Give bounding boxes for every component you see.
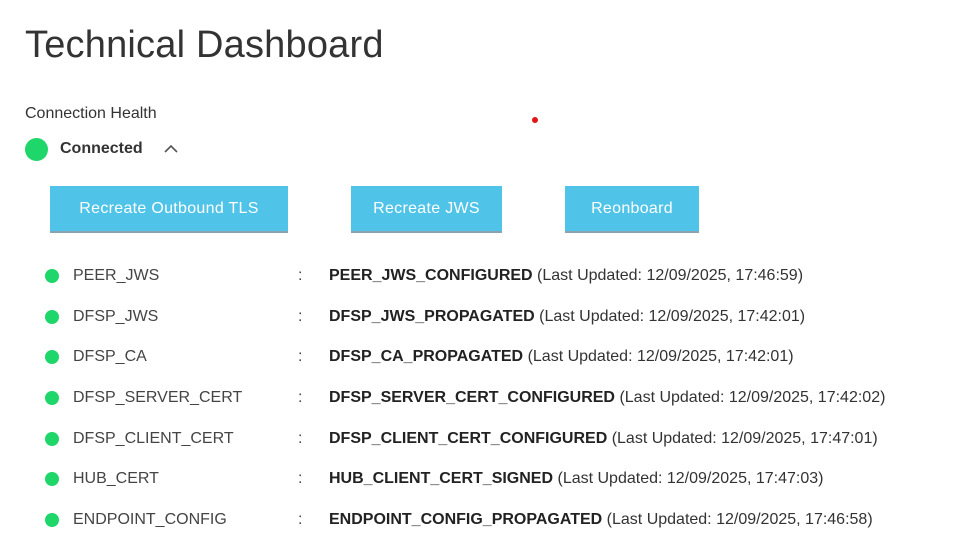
status-dot-icon bbox=[45, 310, 59, 324]
status-dot-icon bbox=[45, 391, 59, 405]
status-row-updated: (Last Updated: 12/09/2025, 17:42:02) bbox=[619, 389, 886, 406]
status-row-peer-jws: PEER_JWS : PEER_JWS_CONFIGURED (Last Upd… bbox=[0, 256, 960, 296]
status-row-value: DFSP_SERVER_CERT_CONFIGURED (Last Update… bbox=[329, 389, 885, 407]
status-row-name: DFSP_SERVER_CERT bbox=[73, 389, 243, 406]
status-row-separator: : bbox=[298, 511, 303, 528]
status-row-separator: : bbox=[298, 470, 303, 487]
status-row-dfsp-ca: DFSP_CA : DFSP_CA_PROPAGATED (Last Updat… bbox=[0, 337, 960, 377]
status-row-name: DFSP_JWS bbox=[73, 308, 159, 325]
cursor-marker bbox=[532, 117, 538, 123]
status-row-state: DFSP_JWS_PROPAGATED bbox=[329, 308, 535, 325]
status-row-state: ENDPOINT_CONFIG_PROPAGATED bbox=[329, 511, 603, 528]
status-row-value: HUB_CLIENT_CERT_SIGNED (Last Updated: 12… bbox=[329, 470, 823, 488]
status-row-value: ENDPOINT_CONFIG_PROPAGATED (Last Updated… bbox=[329, 511, 873, 529]
status-row-updated: (Last Updated: 12/09/2025, 17:47:01) bbox=[611, 430, 878, 447]
status-row-value: DFSP_JWS_PROPAGATED (Last Updated: 12/09… bbox=[329, 308, 805, 326]
status-row-hub-cert: HUB_CERT : HUB_CLIENT_CERT_SIGNED (Last … bbox=[0, 459, 960, 499]
status-row-dfsp-server-cert: DFSP_SERVER_CERT : DFSP_SERVER_CERT_CONF… bbox=[0, 378, 960, 418]
status-row-state: DFSP_CLIENT_CERT_CONFIGURED bbox=[329, 430, 608, 447]
status-dot-icon bbox=[45, 350, 59, 364]
status-row-separator: : bbox=[298, 348, 303, 365]
status-row-value: DFSP_CA_PROPAGATED (Last Updated: 12/09/… bbox=[329, 348, 794, 366]
status-row-value: DFSP_CLIENT_CERT_CONFIGURED (Last Update… bbox=[329, 430, 878, 448]
status-indicator-icon bbox=[25, 137, 48, 161]
status-row-name: PEER_JWS bbox=[73, 267, 160, 284]
status-row-state: HUB_CLIENT_CERT_SIGNED bbox=[329, 470, 554, 487]
status-row-updated: (Last Updated: 12/09/2025, 17:46:59) bbox=[537, 267, 804, 284]
status-row-updated: (Last Updated: 12/09/2025, 17:47:03) bbox=[557, 470, 824, 487]
connection-health-label: Connection Health bbox=[25, 105, 157, 122]
status-row-name: DFSP_CLIENT_CERT bbox=[73, 430, 234, 447]
recreate-outbound-tls-button[interactable]: Recreate Outbound TLS bbox=[50, 186, 288, 233]
status-row-updated: (Last Updated: 12/09/2025, 17:42:01) bbox=[539, 308, 806, 325]
status-dot-icon bbox=[45, 432, 59, 446]
status-row-updated: (Last Updated: 12/09/2025, 17:46:58) bbox=[606, 511, 873, 528]
status-dot-icon bbox=[45, 472, 59, 486]
status-row-name: DFSP_CA bbox=[73, 348, 147, 365]
status-row-value: PEER_JWS_CONFIGURED (Last Updated: 12/09… bbox=[329, 267, 803, 285]
status-row-state: DFSP_CA_PROPAGATED bbox=[329, 348, 524, 365]
status-row-endpoint-config: ENDPOINT_CONFIG : ENDPOINT_CONFIG_PROPAG… bbox=[0, 500, 960, 540]
status-row-dfsp-jws: DFSP_JWS : DFSP_JWS_PROPAGATED (Last Upd… bbox=[0, 297, 960, 337]
status-row-separator: : bbox=[298, 267, 303, 284]
status-dot-icon bbox=[45, 269, 59, 283]
status-row-separator: : bbox=[298, 308, 303, 325]
status-row-name: HUB_CERT bbox=[73, 470, 159, 487]
status-row-state: PEER_JWS_CONFIGURED bbox=[329, 267, 533, 284]
connection-health-status: Connected bbox=[25, 136, 179, 162]
recreate-jws-button[interactable]: Recreate JWS bbox=[351, 186, 502, 233]
reonboard-button[interactable]: Reonboard bbox=[565, 186, 699, 233]
connection-status-text: Connected bbox=[60, 140, 143, 157]
status-row-dfsp-client-cert: DFSP_CLIENT_CERT : DFSP_CLIENT_CERT_CONF… bbox=[0, 419, 960, 459]
status-row-separator: : bbox=[298, 430, 303, 447]
chevron-up-icon[interactable] bbox=[163, 141, 179, 157]
status-row-name: ENDPOINT_CONFIG bbox=[73, 511, 227, 528]
status-row-state: DFSP_SERVER_CERT_CONFIGURED bbox=[329, 389, 615, 406]
status-row-updated: (Last Updated: 12/09/2025, 17:42:01) bbox=[527, 348, 794, 365]
status-dot-icon bbox=[45, 513, 59, 527]
page-title: Technical Dashboard bbox=[25, 24, 384, 66]
status-row-separator: : bbox=[298, 389, 303, 406]
